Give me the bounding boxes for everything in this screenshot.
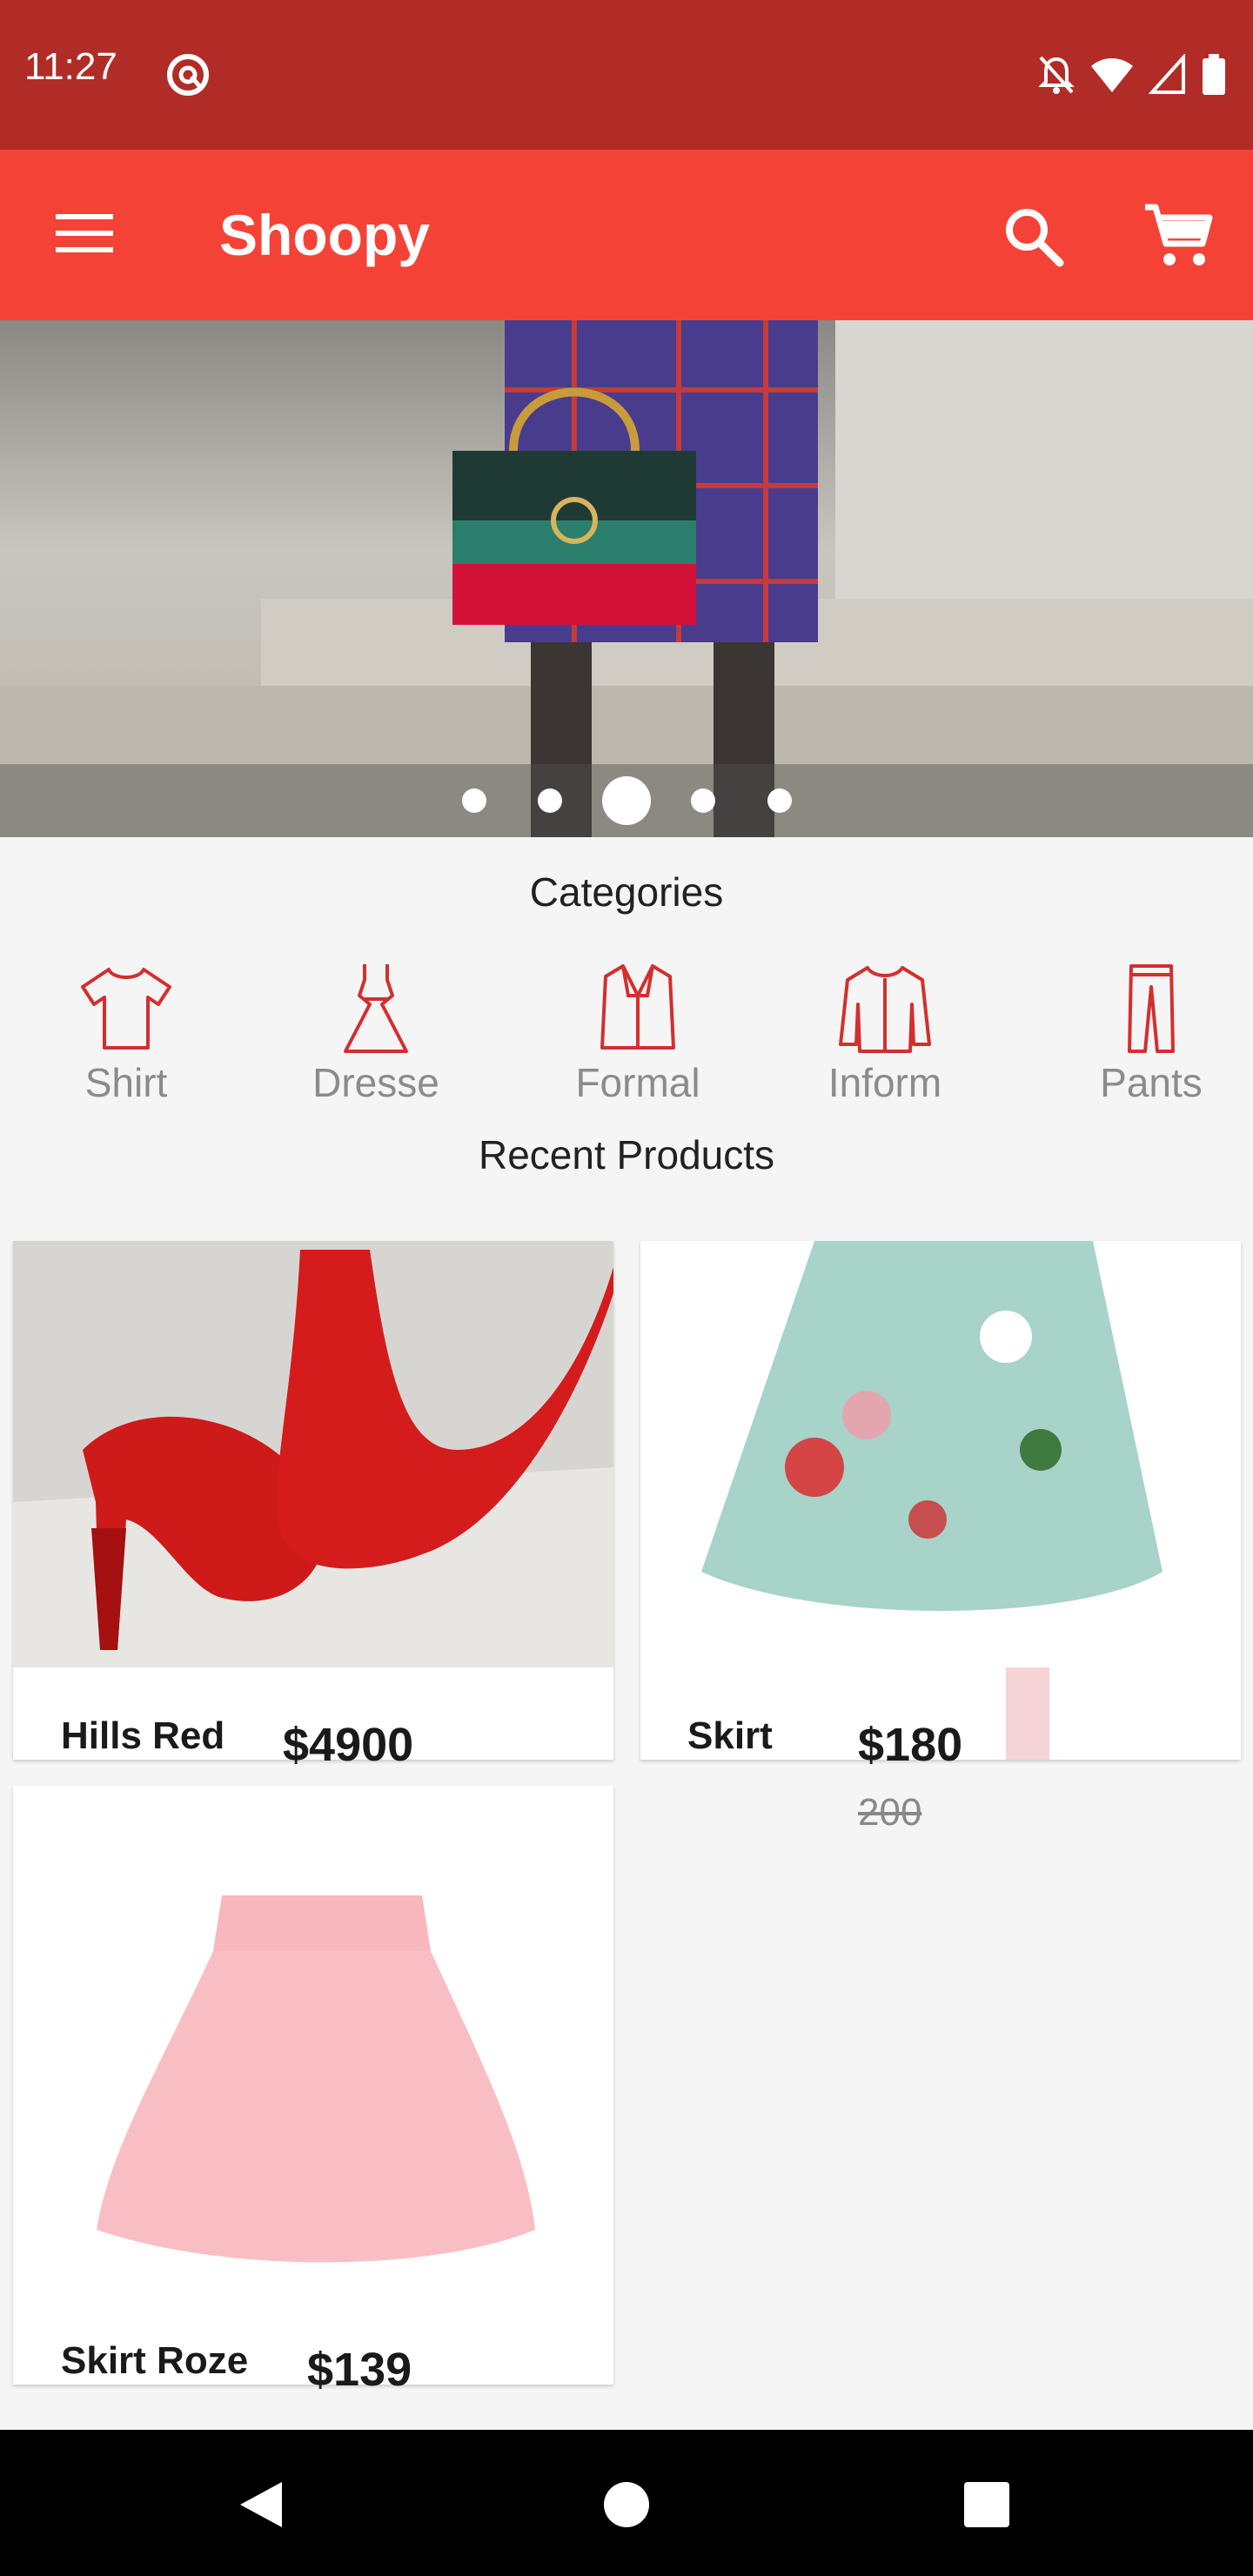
product-name: Hills Red — [61, 1714, 225, 1757]
recent-products-title: Recent Products — [478, 1132, 775, 1177]
back-icon[interactable] — [237, 2479, 285, 2531]
battery-icon — [1203, 54, 1225, 95]
product-card-hills-red[interactable]: Hills Red — [13, 1241, 613, 1760]
system-nav-bar — [0, 2430, 1253, 2576]
product-price: $180 — [858, 1719, 963, 1771]
search-icon[interactable] — [999, 202, 1069, 272]
category-formal[interactable]: Formal — [551, 961, 725, 1106]
signal-icon — [1149, 54, 1185, 94]
carousel-dot-2[interactable] — [538, 788, 562, 813]
product-old-price: 200 — [858, 1791, 922, 1834]
product-image — [640, 1241, 1241, 1760]
category-inform[interactable]: Inform — [798, 961, 972, 1106]
app-title: Shoopy — [219, 203, 430, 267]
dress-icon — [344, 964, 408, 1053]
product-card-skirt[interactable]: Skirt — [640, 1241, 1241, 1760]
mute-icon — [1038, 56, 1075, 94]
carousel-dot-5[interactable] — [767, 788, 792, 813]
category-shirt[interactable]: Shirt — [39, 961, 213, 1106]
status-bar: 11:27 — [0, 0, 1253, 150]
banner-image — [0, 320, 1253, 837]
menu-icon[interactable] — [56, 212, 113, 254]
shirt-icon — [81, 968, 171, 1050]
pants-icon — [1128, 964, 1175, 1053]
category-label: Shirt — [84, 1060, 168, 1105]
product-price: $4900 — [283, 1719, 414, 1771]
product-price: $139 — [307, 2344, 412, 2396]
product-name: Skirt Roze — [61, 2339, 249, 2382]
wifi-icon — [1091, 58, 1133, 92]
status-time: 11:27 — [24, 45, 117, 88]
category-label: Formal — [575, 1060, 700, 1105]
carousel-dot-4[interactable] — [691, 788, 715, 813]
category-label: Inform — [828, 1060, 942, 1105]
product-image — [13, 1786, 613, 2291]
home-icon[interactable] — [602, 2480, 651, 2529]
recents-icon[interactable] — [964, 2482, 1009, 2527]
banner-carousel[interactable] — [0, 320, 1253, 837]
category-label: Pants — [1100, 1060, 1203, 1105]
product-image — [13, 1241, 613, 1667]
notification-icon — [167, 54, 209, 96]
category-label: Dresse — [312, 1060, 439, 1105]
product-card-skirt-roze[interactable]: Skirt Roze — [13, 1786, 613, 2385]
jacket-icon — [839, 966, 931, 1053]
carousel-dot-active[interactable] — [602, 776, 651, 825]
category-pants[interactable]: Pants — [1064, 961, 1238, 1106]
cart-icon[interactable] — [1142, 200, 1215, 273]
categories-title: Categories — [529, 869, 724, 915]
product-name: Skirt — [687, 1714, 773, 1757]
formal-icon — [600, 964, 675, 1050]
category-dresse[interactable]: Dresse — [289, 961, 463, 1106]
app-bar: Shoopy — [0, 150, 1253, 320]
carousel-dot-1[interactable] — [462, 788, 486, 813]
status-icons — [1037, 54, 1227, 96]
